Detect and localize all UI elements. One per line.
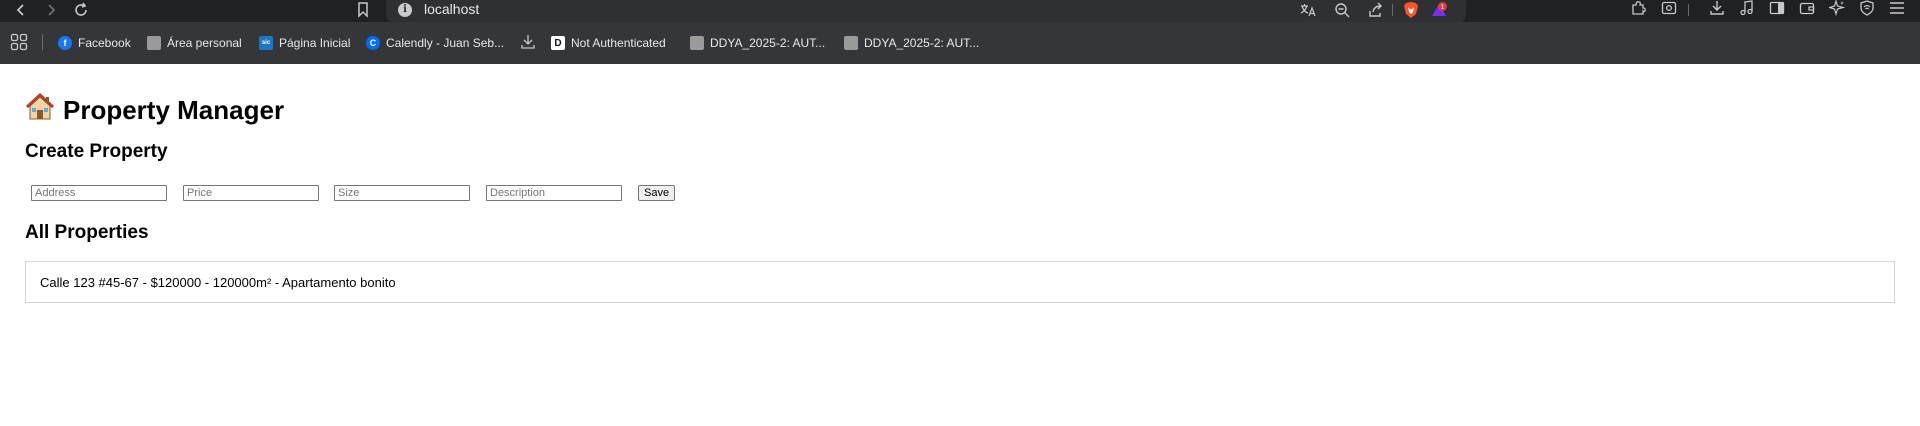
bookmark-label: Facebook <box>78 36 131 50</box>
menu-button[interactable] <box>1886 0 1908 20</box>
downloads-button[interactable] <box>1706 0 1728 20</box>
sidebar-icon <box>1769 0 1785 21</box>
save-button[interactable]: Save <box>638 185 676 201</box>
site-icon: sic <box>259 36 273 50</box>
size-input[interactable] <box>334 185 470 201</box>
shield-icon <box>1859 0 1875 21</box>
address-input[interactable] <box>31 185 167 201</box>
page-title: Property Manager <box>25 92 284 129</box>
calendly-icon: C <box>366 36 380 50</box>
wallet-button[interactable] <box>1796 0 1818 20</box>
apps-button[interactable] <box>10 33 28 54</box>
vpn-button[interactable] <box>1856 0 1878 20</box>
price-input[interactable] <box>183 185 319 201</box>
reader-mode-button[interactable] <box>1658 0 1680 20</box>
page-icon <box>147 36 161 50</box>
extensions-button[interactable] <box>1628 0 1650 20</box>
sidebar-button[interactable] <box>1766 0 1788 20</box>
bookmark-label: Not Authenticated <box>571 36 666 50</box>
bookmark-label: DDYA_2025-2: AUT... <box>864 36 980 50</box>
back-button[interactable] <box>10 0 32 20</box>
facebook-icon: f <box>58 36 72 50</box>
forward-arrow-icon <box>45 3 57 17</box>
site-info-icon[interactable]: i <box>398 3 412 17</box>
create-property-heading: Create Property <box>25 141 168 162</box>
bookmarks-bar: f Facebook Área personal sic Página Inic… <box>0 22 1920 64</box>
share-icon[interactable] <box>1366 1 1386 19</box>
back-arrow-icon <box>15 3 27 17</box>
bookmark-label: Calendly - Juan Seb... <box>386 36 505 50</box>
sparkle-icon <box>1827 0 1846 21</box>
brave-shield-icon[interactable] <box>1401 1 1421 19</box>
description-input[interactable] <box>486 185 622 201</box>
music-note-icon <box>1739 0 1755 21</box>
bookmark-label: Área personal <box>167 36 242 50</box>
reload-button[interactable] <box>70 0 92 20</box>
url-bar-divider <box>1392 4 1393 16</box>
house-icon <box>25 92 55 129</box>
wallet-icon <box>1799 0 1815 21</box>
list-item: Calle 123 #45-67 - $120000 - 120000m² - … <box>40 275 396 290</box>
url-text[interactable]: localhost <box>424 1 479 17</box>
download-icon <box>1709 0 1725 21</box>
bookmark-not-authenticated[interactable]: D Not Authenticated <box>551 34 666 52</box>
zoom-out-icon[interactable] <box>1332 1 1352 19</box>
bookmark-pagina-inicial[interactable]: sic Página Inicial <box>259 34 350 52</box>
bookmark-ddya-1[interactable]: DDYA_2025-2: AUT... <box>690 34 825 52</box>
apps-grid-icon <box>10 33 28 54</box>
page-icon <box>844 36 858 50</box>
media-button[interactable] <box>1736 0 1758 20</box>
rewards-badge-count: 1 <box>1440 3 1444 11</box>
bookmark-page-button[interactable] <box>352 0 374 20</box>
bookmark-area-personal[interactable]: Área personal <box>147 34 242 52</box>
all-properties-heading: All Properties <box>25 222 149 243</box>
reader-mode-icon <box>1661 0 1677 21</box>
hamburger-menu-icon <box>1889 1 1905 20</box>
property-list: Calle 123 #45-67 - $120000 - 120000m² - … <box>25 261 1895 303</box>
dj-icon: D <box>551 36 565 50</box>
page-content: Property Manager Create Property Save Al… <box>0 64 1920 426</box>
bookmark-downloads[interactable] <box>520 34 536 52</box>
bookmark-label: Página Inicial <box>279 36 351 50</box>
page-icon <box>690 36 704 50</box>
address-bar[interactable]: i localhost 1 <box>386 0 1466 24</box>
bookmark-calendly[interactable]: C Calendly - Juan Seb... <box>366 34 504 52</box>
translate-icon[interactable] <box>1298 1 1318 19</box>
bookmark-label: DDYA_2025-2: AUT... <box>710 36 826 50</box>
forward-button[interactable] <box>40 0 62 20</box>
bookmarks-divider <box>42 34 43 50</box>
app-title: Property Manager <box>63 95 285 125</box>
bookmark-icon <box>357 2 369 18</box>
leo-ai-button[interactable] <box>1826 0 1848 20</box>
reload-icon <box>73 2 89 18</box>
browser-toolbar: i localhost 1 <box>0 0 1920 24</box>
toolbar-divider <box>1688 4 1689 16</box>
download-icon <box>520 34 536 53</box>
brave-rewards-icon[interactable]: 1 <box>1429 1 1449 19</box>
bookmark-facebook[interactable]: f Facebook <box>58 34 131 52</box>
puzzle-icon <box>1631 0 1647 21</box>
bookmark-ddya-2[interactable]: DDYA_2025-2: AUT... <box>844 34 979 52</box>
